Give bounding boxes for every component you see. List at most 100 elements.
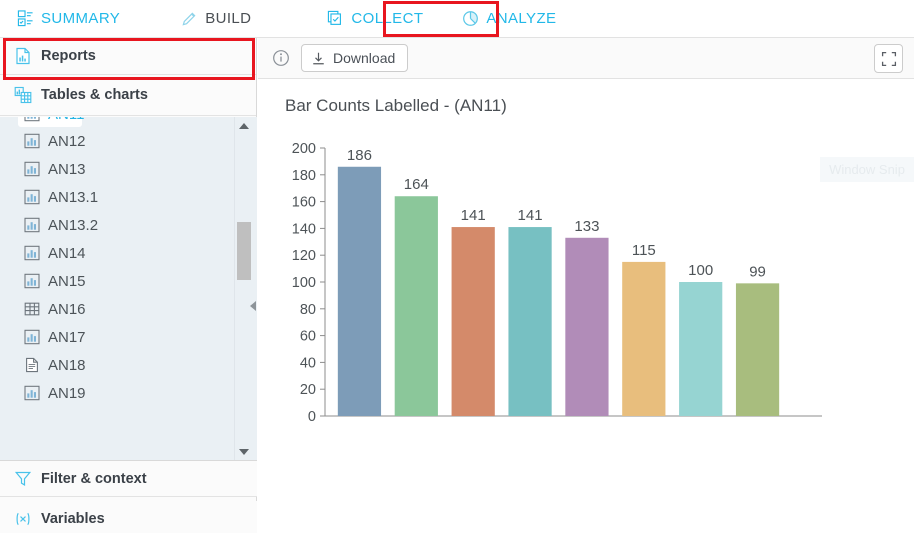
chart-title: Bar Counts Labelled - (AN11) (285, 96, 507, 115)
copy-check-icon (327, 10, 344, 27)
bar[interactable] (337, 166, 382, 416)
bar-chart-icon (24, 117, 40, 122)
table-grid-icon (24, 301, 40, 317)
bar-value-label: 133 (574, 218, 599, 235)
sidebar-item-reports[interactable]: Reports (0, 38, 256, 75)
scroll-up-button[interactable] (235, 117, 252, 134)
bar-chart-icon (24, 133, 40, 149)
bar-value-label: 100 (688, 262, 713, 279)
report-document-icon (14, 47, 32, 65)
analysis-item-list: AN11 AN12 AN13 AN13.1 AN13.2 AN14 AN15 AN16 AN17… (0, 117, 257, 460)
scrollbar-thumb[interactable] (237, 222, 251, 280)
sidebar: Reports Tables & charts AN11 AN12 AN13 AN13… (0, 38, 257, 533)
list-item-label: AN16 (48, 300, 86, 318)
summary-list-icon (17, 10, 34, 27)
y-tick-label: 0 (308, 409, 316, 425)
bar-value-label: 186 (347, 147, 372, 164)
list-item-label: AN11 (48, 117, 84, 123)
sidebar-item-tables-charts[interactable]: Tables & charts (0, 75, 256, 116)
top-navigation: SUMMARY BUILD COLLECT ANALYZE (0, 0, 914, 38)
tab-collect-label: COLLECT (351, 10, 424, 27)
sidebar-item-filter-context[interactable]: Filter & context (0, 460, 257, 497)
document-lines-icon (24, 357, 40, 373)
y-tick-label: 140 (292, 221, 316, 237)
tab-analyze[interactable]: ANALYZE (458, 0, 560, 38)
bar-chart-icon (24, 385, 40, 401)
list-item[interactable]: AN13 (0, 155, 234, 183)
list-item-label: AN12 (48, 132, 86, 150)
fullscreen-button[interactable] (874, 44, 903, 73)
variable-x-icon (14, 510, 32, 528)
funnel-icon (14, 470, 32, 488)
bar[interactable] (565, 237, 609, 416)
bar[interactable] (394, 196, 438, 416)
y-tick-label: 40 (300, 355, 316, 371)
list-item[interactable]: AN19 (0, 379, 234, 407)
list-item[interactable]: AN13.1 (0, 183, 234, 211)
list-item[interactable]: AN17 (0, 323, 234, 351)
list-scrollbar[interactable] (234, 117, 251, 460)
pencil-icon (181, 10, 198, 27)
bar-chart: 0 20 40 60 80 100 120 140 160 180 200 186 164 141 141 1… (258, 128, 914, 528)
download-label: Download (333, 50, 396, 66)
y-tick-label: 180 (292, 168, 316, 184)
bar-value-label: 141 (518, 207, 543, 224)
y-tick-label: 100 (292, 275, 316, 291)
list-item-label: AN13.1 (48, 188, 99, 206)
sidebar-filter-label: Filter & context (41, 470, 147, 487)
list-item-label: AN13.2 (48, 216, 99, 234)
sidebar-reports-label: Reports (41, 48, 96, 64)
bar-value-label: 115 (632, 242, 656, 259)
tab-analyze-label: ANALYZE (486, 10, 557, 27)
bar[interactable] (679, 282, 723, 416)
bar-value-label: 99 (749, 263, 766, 280)
tables-charts-icon (14, 86, 32, 104)
y-tick-label: 120 (292, 248, 316, 264)
list-item[interactable]: AN16 (0, 295, 234, 323)
scroll-down-button[interactable] (235, 443, 252, 460)
main-content: Download Bar Counts Labelled - (AN11) 0 2… (258, 38, 914, 533)
bar[interactable] (735, 283, 780, 416)
bar-chart-icon (24, 273, 40, 289)
download-arrow-icon (311, 51, 326, 66)
list-item[interactable]: AN15 (0, 267, 234, 295)
list-item-label: AN15 (48, 272, 86, 290)
content-toolbar: Download (258, 38, 914, 79)
y-tick-label: 60 (300, 329, 316, 345)
bar-chart-icon (24, 329, 40, 345)
sidebar-tables-charts-label: Tables & charts (41, 87, 148, 103)
tab-summary[interactable]: SUMMARY (13, 0, 124, 38)
y-tick-label: 80 (300, 302, 316, 318)
tab-collect[interactable]: COLLECT (323, 0, 427, 38)
pie-chart-icon (462, 10, 479, 27)
bar-chart-icon (24, 189, 40, 205)
bar[interactable] (508, 227, 552, 416)
list-item-label: AN19 (48, 384, 86, 402)
list-item[interactable]: AN12 (0, 127, 234, 155)
bar-chart-icon (24, 217, 40, 233)
sidebar-item-variables[interactable]: Variables (0, 501, 257, 533)
info-circle-icon[interactable] (272, 49, 290, 67)
bar-chart-icon (24, 245, 40, 261)
list-item-label: AN13 (48, 160, 86, 178)
collapse-panel-arrow-icon[interactable] (250, 301, 256, 311)
list-item[interactable]: AN14 (0, 239, 234, 267)
bar[interactable] (622, 261, 666, 416)
sidebar-variables-label: Variables (41, 511, 105, 527)
y-tick-label: 20 (300, 382, 316, 398)
tab-build[interactable]: BUILD (177, 0, 255, 38)
list-item-label: AN18 (48, 356, 86, 374)
list-item[interactable]: AN13.2 (0, 211, 234, 239)
download-button[interactable]: Download (301, 44, 409, 72)
list-item[interactable]: AN18 (0, 351, 234, 379)
tab-build-label: BUILD (205, 10, 252, 27)
y-tick-label: 200 (292, 141, 316, 157)
bar-chart-icon (24, 161, 40, 177)
fullscreen-expand-icon (881, 51, 897, 67)
tab-summary-label: SUMMARY (41, 10, 121, 27)
y-tick-label: 160 (292, 195, 316, 211)
list-item-label: AN17 (48, 328, 86, 346)
snap-surveys-analyze-page: SUMMARY BUILD COLLECT ANALYZE Reports Ta… (0, 0, 914, 533)
list-item[interactable]: AN11 (18, 117, 84, 127)
bar[interactable] (451, 227, 495, 416)
